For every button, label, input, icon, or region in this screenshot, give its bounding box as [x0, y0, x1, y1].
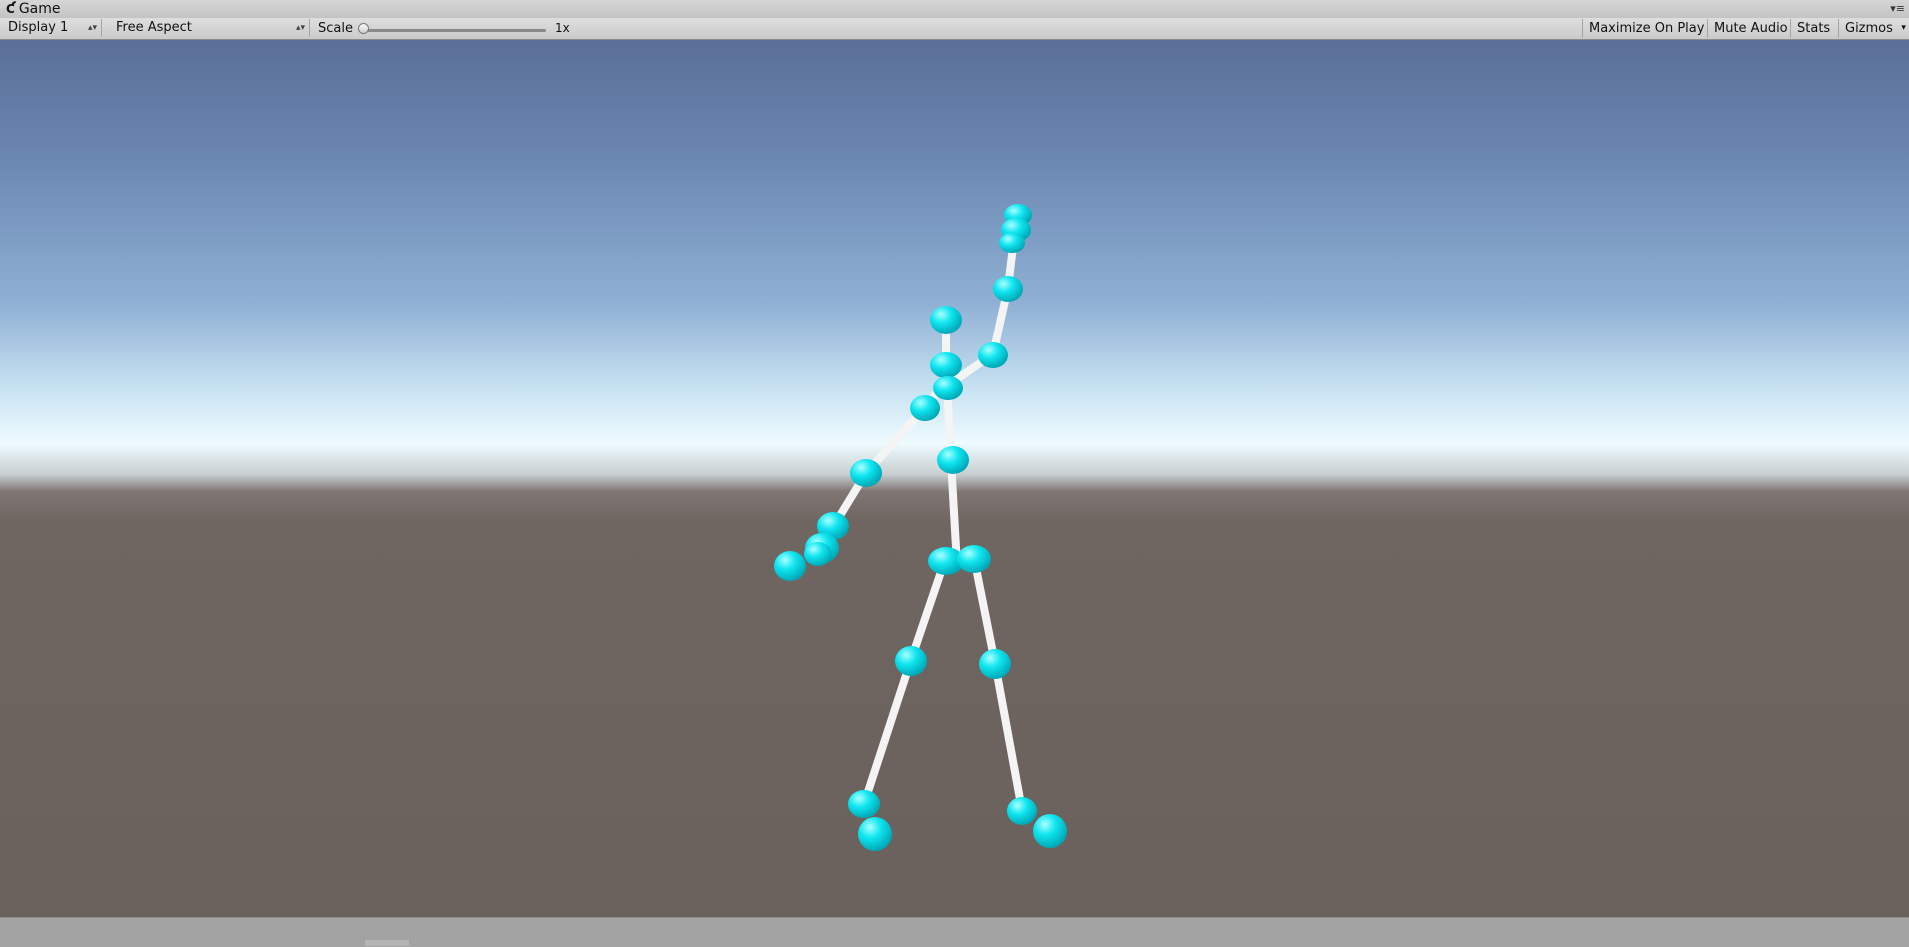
left-shin-bone	[860, 656, 915, 808]
game-tab[interactable]: Ƈ Game	[0, 0, 69, 18]
scale-slider-track[interactable]	[362, 29, 546, 32]
left-hand-tip-joint	[774, 551, 806, 581]
left-thumb-joint	[804, 542, 832, 566]
aspect-dropdown[interactable]: Free Aspect ▴▾	[110, 19, 310, 37]
game-controller-icon: Ƈ	[6, 2, 15, 16]
scale-slider-thumb[interactable]	[358, 23, 369, 34]
right-hip-joint	[957, 545, 991, 573]
game-viewport[interactable]	[0, 40, 1909, 917]
left-shoulder-joint	[910, 395, 940, 421]
stats-button[interactable]: Stats	[1790, 19, 1836, 38]
dropdown-arrows-icon: ▴▾	[87, 23, 97, 33]
tab-menu-icon[interactable]: ▾≡	[1890, 2, 1905, 15]
left-foot-joint	[858, 817, 892, 851]
right-shin-bone	[991, 659, 1026, 814]
dropdown-arrows-icon: ▴▾	[295, 23, 305, 33]
skeleton-figure	[774, 204, 1067, 851]
window-tab-bar: Ƈ Game ▾≡	[0, 0, 1909, 19]
game-view-toolbar: Display 1 ▴▾ Free Aspect ▴▾ Scale 1x Max…	[0, 18, 1909, 40]
right-thigh-bone	[971, 559, 999, 667]
head-joint	[930, 306, 962, 334]
mute-audio-button[interactable]: Mute Audio	[1707, 19, 1794, 38]
right-wrist-joint	[999, 233, 1025, 253]
neck-joint	[930, 352, 962, 378]
right-ankle-joint	[1007, 797, 1037, 825]
maximize-on-play-button[interactable]: Maximize On Play	[1582, 19, 1710, 38]
chevron-down-icon: ▾	[1901, 23, 1906, 33]
left-thigh-bone	[907, 559, 948, 664]
spine-mid-joint	[937, 446, 969, 474]
gizmos-button[interactable]: Gizmos ▾	[1838, 19, 1909, 38]
left-ankle-joint	[848, 790, 880, 818]
right-elbow-joint	[993, 276, 1023, 302]
display-dropdown[interactable]: Display 1 ▴▾	[2, 19, 102, 37]
display-dropdown-value: Display 1	[8, 20, 69, 35]
status-bar-handle	[365, 940, 409, 946]
left-knee-joint	[895, 646, 927, 676]
gizmos-label: Gizmos	[1845, 21, 1893, 36]
left-elbow-joint	[850, 459, 882, 487]
status-bar	[0, 917, 1909, 947]
spine-chest-joint	[933, 376, 963, 400]
aspect-dropdown-value: Free Aspect	[116, 20, 192, 35]
scale-label: Scale	[318, 21, 353, 36]
right-foot-joint	[1033, 814, 1067, 848]
right-shoulder-joint	[978, 342, 1008, 368]
joints	[774, 204, 1067, 851]
right-knee-joint	[979, 649, 1011, 679]
bones	[829, 234, 1026, 814]
scale-value: 1x	[555, 21, 570, 35]
game-tab-label: Game	[18, 1, 61, 17]
